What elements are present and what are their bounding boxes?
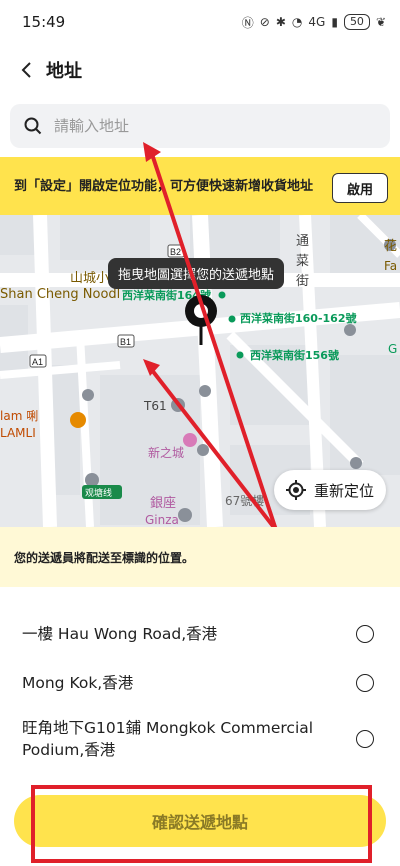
nfc-icon: Ⓝ	[241, 15, 254, 30]
map-label-lamli: LAMLI	[0, 426, 36, 440]
map-label-new-city: 新之城	[148, 445, 184, 460]
map-label-street-156: 西洋菜南街156號	[250, 348, 339, 362]
address-option-2[interactable]: Mong Kok,香港	[0, 658, 400, 707]
search-bar[interactable]	[10, 104, 390, 148]
enable-location-button[interactable]: 啟用	[332, 173, 388, 203]
map-label-cai: 菜	[296, 254, 309, 269]
delivery-note: 您的送遞員將配送至標識的位置。	[0, 527, 400, 587]
address-option-label: 旺角地下G101鋪 Mongkok Commercial Podium,香港	[22, 719, 314, 759]
confirm-area: 確認送遞地點	[0, 785, 400, 866]
map-badge-a1: A1	[32, 357, 43, 367]
confirm-location-button[interactable]: 確認送遞地點	[14, 795, 386, 847]
status-icons: Ⓝ ⊘ ✱ ◔ 4G ▮ 50 ❦	[242, 14, 386, 31]
address-option-3[interactable]: 旺角地下G101鋪 Mongkok Commercial Podium,香港	[0, 707, 400, 771]
map-label-ginza: 銀座	[150, 496, 176, 511]
relocate-button[interactable]: 重新定位	[274, 470, 386, 510]
wifi-icon: ◔	[291, 15, 303, 29]
back-button[interactable]	[14, 58, 38, 82]
banner-text: 到「設定」開啟定位功能，可方便快速新增收貨地址	[14, 178, 314, 194]
app-header: 地址	[0, 44, 400, 96]
address-option-label: 一樓 Hau Wong Road,香港	[22, 624, 218, 643]
page-title: 地址	[46, 61, 82, 82]
status-bar: 15:49 Ⓝ ⊘ ✱ ◔ 4G ▮ 50 ❦	[0, 0, 400, 44]
map-badge-b2: B2	[170, 247, 181, 257]
drag-tooltip: 拖曳地圖選擇您的送遞地點	[108, 258, 285, 289]
radio-button[interactable]	[356, 730, 374, 748]
mute-icon: ⊘	[259, 15, 270, 29]
search-icon	[24, 117, 42, 135]
map-label-ginza-en: Ginza	[145, 513, 179, 527]
network-label: 4G	[308, 15, 326, 29]
chevron-left-icon	[21, 62, 31, 78]
crosshair-icon	[285, 480, 306, 500]
radio-button[interactable]	[356, 673, 374, 692]
map-label-shan-cheng-en: Shan Cheng Noodl	[0, 287, 120, 302]
map-label-shan-cheng: 山城小	[70, 271, 109, 286]
address-option-1[interactable]: 一樓 Hau Wong Road,香港	[0, 609, 400, 658]
location-banner: 到「設定」開啟定位功能，可方便快速新增收貨地址 啟用	[0, 157, 400, 215]
search-input[interactable]	[52, 116, 356, 136]
map-label-lam: lam 唎	[0, 409, 38, 423]
relocate-label: 重新定位	[313, 481, 374, 500]
map-label-line: 观塘线	[85, 487, 112, 499]
leaf-icon: ❦	[375, 15, 386, 29]
map-label-street-160: 西洋菜南街160-162號	[240, 311, 357, 325]
map-badge-b1: B1	[120, 337, 131, 347]
map-label-jie: 街	[296, 274, 309, 289]
map-pin-icon	[185, 295, 217, 345]
battery-indicator: 50	[343, 14, 370, 30]
map-label-hua: 花	[384, 238, 397, 254]
bluetooth-icon: ✱	[275, 15, 286, 29]
map-label-tong: 通	[296, 234, 309, 249]
map-label-t61: T61	[143, 399, 167, 413]
address-option-label: Mong Kok,香港	[22, 673, 134, 692]
radio-button[interactable]	[356, 624, 374, 643]
status-time: 15:49	[22, 13, 66, 31]
map-label-g: G	[388, 342, 397, 356]
signal-icon: ▮	[331, 15, 338, 29]
map-label-fa: Fa	[384, 259, 397, 273]
